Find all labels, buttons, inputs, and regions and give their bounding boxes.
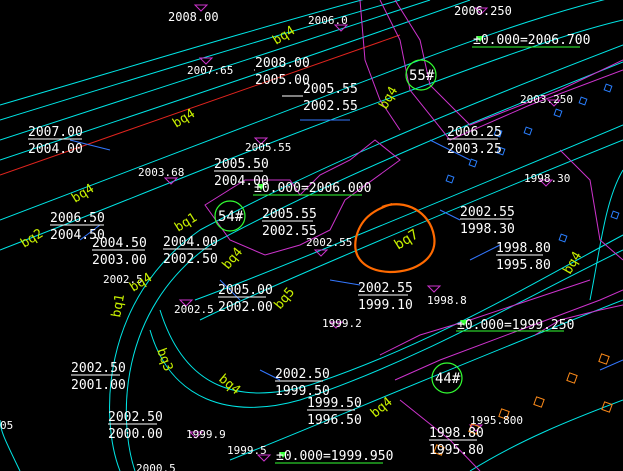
spot-marker [426,285,442,293]
elevation-top: 1998.80 [496,241,551,256]
top-label: 2006.0 [308,14,348,27]
utility-marker [598,353,610,365]
cad-drawing: 2008.00 2006.0 2006.250 2008.002005.0020… [0,0,623,471]
elevation-top: 2005.55 [303,82,358,97]
elevation-bottom: 2003.00 [92,253,147,268]
elevation-bottom: 2005.00 [255,73,310,88]
elevation-bottom: 2002.00 [218,300,273,315]
top-label: 2006.250 [454,4,512,18]
building-id: 44# [435,371,461,387]
utility-marker [445,174,455,184]
spot-elevation: 1998.30 [524,172,570,185]
spot-elevation: 2000.5 [136,462,176,471]
elevation-top: 2002.55 [460,205,515,220]
spot-marker [313,249,329,257]
spot-elevation: 1995.800 [470,414,523,427]
spot-elevation: 2003.250 [520,93,573,106]
road-code: bq2 [18,226,46,251]
elevation-bottom: 2004.00 [28,142,83,157]
leader-line [599,359,623,371]
cad-site-plan-canvas[interactable]: 2008.00 2006.0 2006.250 2008.00 2005.00 20… [0,0,623,471]
elevation-top: 2006.50 [50,211,105,226]
spot-elevation: 2005.55 [245,141,291,154]
elevation-bottom: 2002.55 [303,99,358,114]
floor-level: ±0.000=2006.000 [254,181,371,196]
road-code: bq1 [172,210,200,235]
elevation-top: 2008.00 [255,56,310,71]
utility-marker [558,233,568,243]
elevation-bottom: 2000.00 [108,427,163,442]
spot-elevation: 2003.68 [138,166,184,179]
elevation-top: 2005.55 [262,207,317,222]
elevation-top: 1999.50 [307,396,362,411]
spot-elevation: 2007.65 [187,64,233,77]
road-code: bq1 [109,293,128,319]
spot-elevation: 2002.5 [174,303,214,316]
elevation-top: 2007.00 [28,125,83,140]
road-edge-line [469,399,623,471]
road-code: bq4 [215,372,243,399]
top-label: 2008.00 [168,10,219,24]
building-id: 54# [218,209,244,225]
elevation-top: 2002.50 [275,367,330,382]
elevation-top: 2002.50 [71,361,126,376]
spot-elevation: 1998.8 [427,294,467,307]
road-code: bq7 [392,226,422,253]
elevation-bottom: 2002.50 [163,252,218,267]
road-code: bq4 [220,245,247,273]
elevation-top: 2006.25 [447,125,502,140]
road-edge-line [589,169,623,301]
elevation-top: 2005.50 [214,157,269,172]
utility-marker [553,108,563,118]
building-outline [559,149,623,261]
leader-line [439,209,461,221]
utility-marker [578,96,588,106]
floor-level: ±0.000=1999.950 [276,449,393,464]
elevation-bottom: 2003.25 [447,142,502,157]
utility-marker [566,372,578,384]
elevation-top: 2002.50 [108,410,163,425]
elevation-bottom: 1996.50 [307,413,362,428]
road-code: bq4 [376,84,401,112]
building-outline [359,0,401,131]
elevation-pairs: 2008.002005.002005.552002.552007.002004.… [28,56,551,458]
elevation-bottom: 1995.80 [429,443,484,458]
utility-marker [468,158,478,168]
elevation-top: 2004.00 [163,235,218,250]
utility-marker [523,126,533,136]
road-code: bq4 [560,249,585,277]
utility-marker [603,83,613,93]
road-code: bq3 [153,346,175,373]
elevation-bottom: 2001.00 [71,378,126,393]
utility-marker [533,396,545,408]
spot-elevation: 1999.2 [322,317,362,330]
utility-marker [610,210,620,220]
spot-elevation: 1999.5 [227,444,267,457]
spot-elevation: 2002.55 [306,236,352,249]
floor-level: ±0.000=1999.250 [457,318,574,333]
elevation-bottom: 1998.30 [460,222,515,237]
elevation-top: 2004.50 [92,236,147,251]
floor-level: ±0.000=2006.700 [473,33,590,48]
spot-elevation: 05 [0,419,13,432]
road-code: bq5 [272,285,299,313]
elevation-bottom: 1995.80 [496,258,551,273]
elevation-top: 2005.00 [218,283,273,298]
spot-elevation: 1999.9 [186,428,226,441]
road-code: bq4 [170,106,198,131]
elevation-top: 1998.80 [429,426,484,441]
road-code: bq4 [368,394,396,421]
elevation-top: 2002.55 [358,281,413,296]
building-id: 55# [409,68,435,84]
elevation-bottom: 1999.10 [358,298,413,313]
leader-line [329,279,361,286]
